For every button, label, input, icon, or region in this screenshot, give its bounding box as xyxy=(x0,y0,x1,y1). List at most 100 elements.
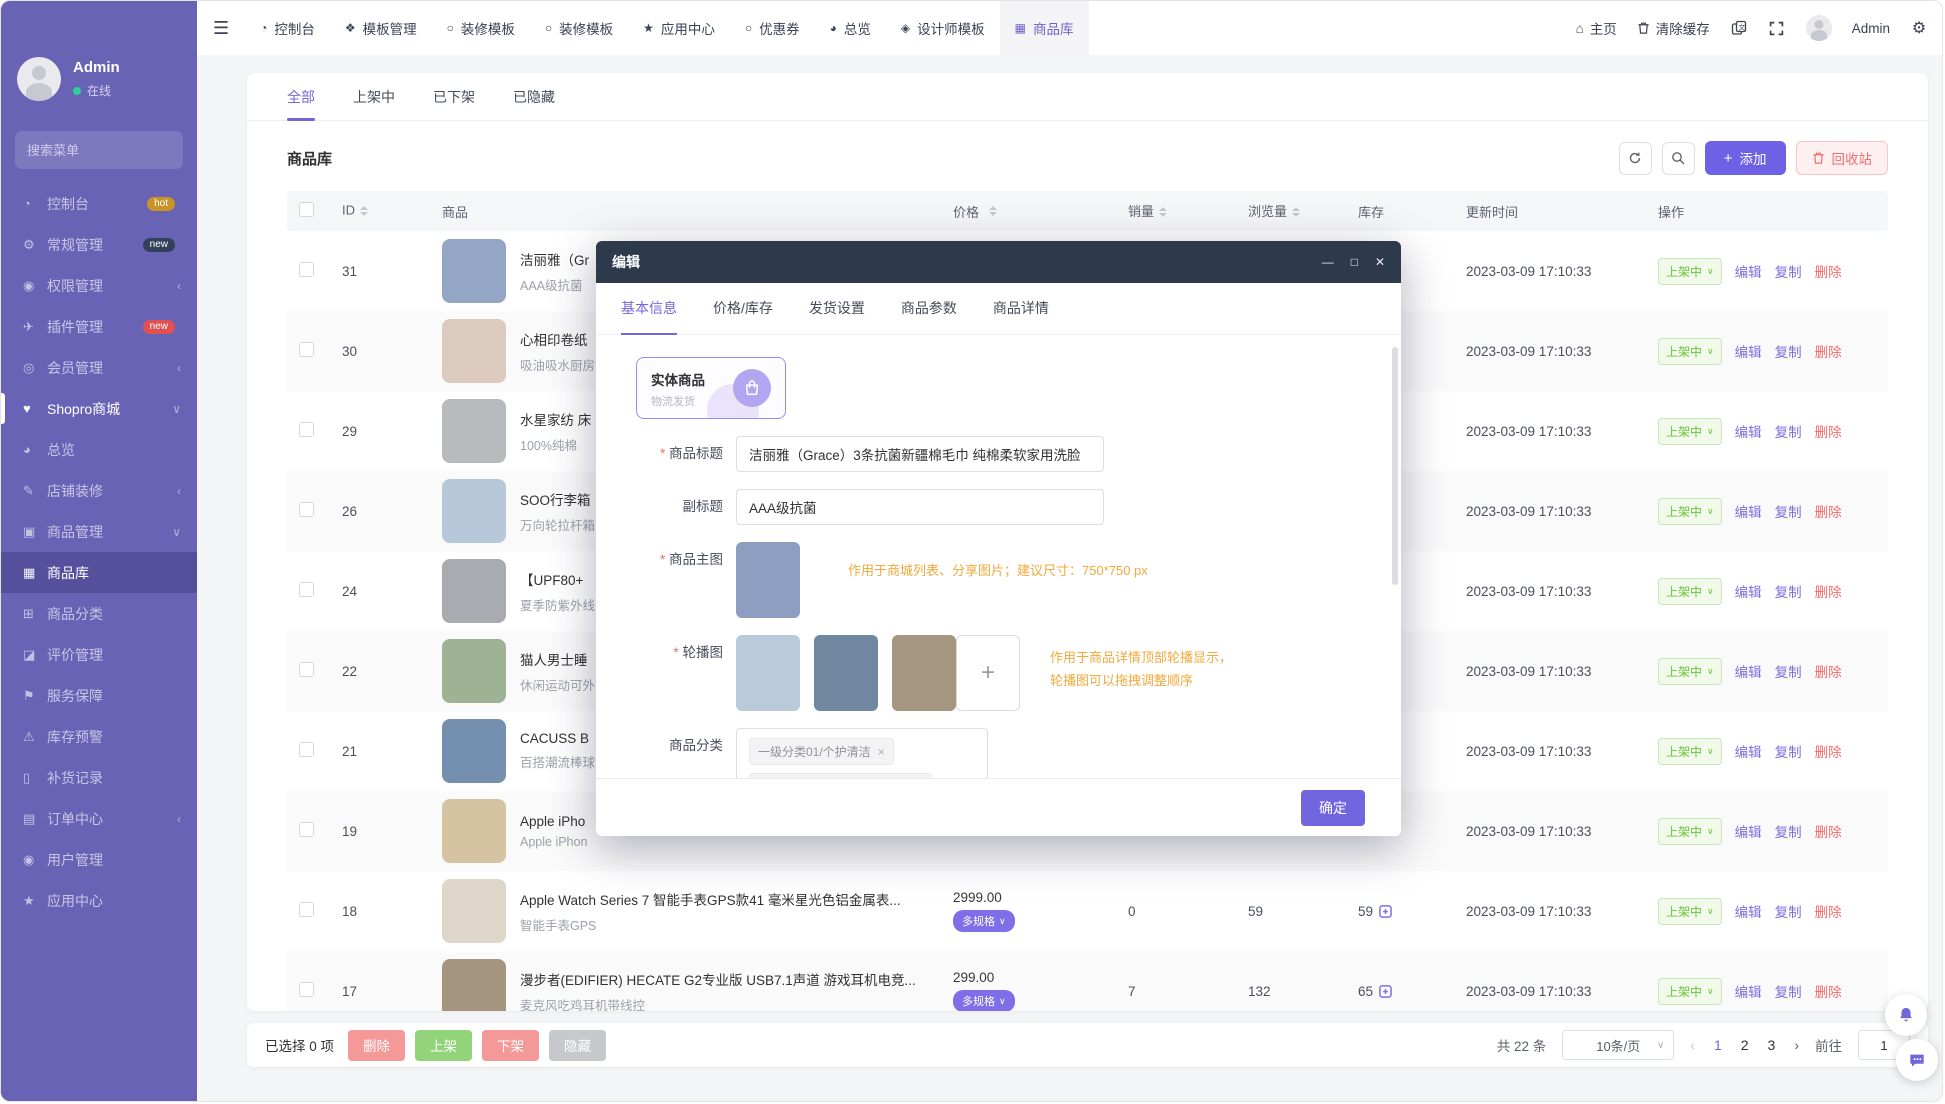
status-dropdown[interactable]: 上架中∨ xyxy=(1658,338,1722,365)
status-dropdown[interactable]: 上架中∨ xyxy=(1658,658,1722,685)
sidebar-item[interactable]: ▤ 订单中心 ‹ xyxy=(1,798,197,839)
page-number[interactable]: 1 xyxy=(1714,1037,1722,1053)
edit-link[interactable]: 编辑 xyxy=(1735,581,1762,601)
bulk-action-button[interactable]: 删除 xyxy=(348,1030,405,1061)
main-image-thumbnail[interactable] xyxy=(736,542,800,618)
page-number[interactable]: 3 xyxy=(1768,1037,1776,1053)
dialog-tab[interactable]: 价格/库存 xyxy=(713,283,773,335)
sort-icon[interactable] xyxy=(989,202,997,220)
nav-tab[interactable]: ○ 装修模板 xyxy=(530,1,628,55)
status-dropdown[interactable]: 上架中∨ xyxy=(1658,578,1722,605)
filter-tab[interactable]: 已下架 xyxy=(433,73,475,120)
edit-link[interactable]: 编辑 xyxy=(1735,341,1762,361)
user-avatar[interactable] xyxy=(17,57,61,101)
hamburger-menu-icon[interactable]: ☰ xyxy=(197,18,245,39)
navbar-avatar[interactable] xyxy=(1806,15,1832,41)
copy-link[interactable]: 复制 xyxy=(1775,661,1802,681)
copy-link[interactable]: 复制 xyxy=(1775,741,1802,761)
edit-link[interactable]: 编辑 xyxy=(1735,981,1762,1001)
page-number[interactable]: 2 xyxy=(1741,1037,1749,1053)
sidebar-item[interactable]: ⚑ 服务保障 xyxy=(1,675,197,716)
nav-tab[interactable]: ★ 应用中心 xyxy=(628,1,730,55)
copy-link[interactable]: 复制 xyxy=(1775,581,1802,601)
maximize-button[interactable]: □ xyxy=(1351,255,1358,269)
carousel-thumbnail[interactable] xyxy=(736,635,800,711)
edit-link[interactable]: 编辑 xyxy=(1735,661,1762,681)
filter-tab[interactable]: 上架中 xyxy=(353,73,395,120)
sort-icon[interactable] xyxy=(360,202,368,220)
delete-link[interactable]: 删除 xyxy=(1815,821,1842,841)
dialog-tab[interactable]: 基本信息 xyxy=(621,283,677,335)
sidebar-item[interactable]: ⊞ 商品分类 xyxy=(1,593,197,634)
sidebar-item[interactable]: ◎ 会员管理 ‹ xyxy=(1,347,197,388)
status-dropdown[interactable]: 上架中∨ xyxy=(1658,258,1722,285)
gear-icon[interactable]: ⚙ xyxy=(1910,19,1928,37)
delete-link[interactable]: 删除 xyxy=(1815,341,1842,361)
status-dropdown[interactable]: 上架中∨ xyxy=(1658,818,1722,845)
nav-tab[interactable]: ▦ 商品库 xyxy=(1000,1,1089,55)
copy-link[interactable]: 复制 xyxy=(1775,421,1802,441)
filter-tab[interactable]: 已隐藏 xyxy=(513,73,555,120)
delete-link[interactable]: 删除 xyxy=(1815,501,1842,521)
fullscreen-icon[interactable] xyxy=(1768,19,1786,37)
row-checkbox[interactable] xyxy=(299,982,314,997)
dialog-tab[interactable]: 商品详情 xyxy=(993,283,1049,335)
row-checkbox[interactable] xyxy=(299,502,314,517)
row-checkbox[interactable] xyxy=(299,822,314,837)
add-button[interactable]: +添加 xyxy=(1705,141,1786,175)
multi-spec-badge[interactable]: 多规格∨ xyxy=(953,910,1015,932)
sidebar-item[interactable]: ◕ 总览 xyxy=(1,429,197,470)
nav-tab[interactable]: ○ 优惠券 xyxy=(730,1,815,55)
home-button[interactable]: ⌂主页 xyxy=(1576,18,1617,38)
sort-icon[interactable] xyxy=(1292,203,1300,221)
sidebar-item[interactable]: ⚙ 常规管理 new xyxy=(1,224,197,265)
refresh-button[interactable] xyxy=(1619,142,1652,175)
delete-link[interactable]: 删除 xyxy=(1815,741,1842,761)
close-icon[interactable]: ✕ xyxy=(1375,255,1385,269)
copy-link[interactable]: 复制 xyxy=(1775,981,1802,1001)
row-checkbox[interactable] xyxy=(299,342,314,357)
row-checkbox[interactable] xyxy=(299,582,314,597)
goods-type-card[interactable]: 实体商品 物流发货 xyxy=(636,357,786,419)
edit-link[interactable]: 编辑 xyxy=(1735,261,1762,281)
copy-link[interactable]: 复制 xyxy=(1775,261,1802,281)
bulk-action-button[interactable]: 上架 xyxy=(415,1030,472,1061)
edit-link[interactable]: 编辑 xyxy=(1735,501,1762,521)
dialog-header[interactable]: 编辑 — □ ✕ xyxy=(596,241,1401,283)
sidebar-item[interactable]: ✎ 店铺装修 ‹ xyxy=(1,470,197,511)
add-image-button[interactable]: + xyxy=(956,635,1020,711)
status-dropdown[interactable]: 上架中∨ xyxy=(1658,418,1722,445)
edit-link[interactable]: 编辑 xyxy=(1735,741,1762,761)
edit-link[interactable]: 编辑 xyxy=(1735,901,1762,921)
dialog-scrollbar[interactable] xyxy=(1392,347,1398,585)
delete-link[interactable]: 删除 xyxy=(1815,901,1842,921)
row-checkbox[interactable] xyxy=(299,742,314,757)
status-dropdown[interactable]: 上架中∨ xyxy=(1658,898,1722,925)
row-checkbox[interactable] xyxy=(299,262,314,277)
search-button[interactable] xyxy=(1662,142,1695,175)
delete-link[interactable]: 删除 xyxy=(1815,581,1842,601)
bulk-action-button[interactable]: 下架 xyxy=(482,1030,539,1061)
recycle-bin-button[interactable]: 回收站 xyxy=(1796,141,1889,175)
dialog-tab[interactable]: 发货设置 xyxy=(809,283,865,335)
minimize-button[interactable]: — xyxy=(1322,255,1334,269)
copy-link[interactable]: 复制 xyxy=(1775,901,1802,921)
carousel-thumbnail[interactable] xyxy=(892,635,956,711)
nav-tab[interactable]: ◈ 设计师模板 xyxy=(886,1,1000,55)
goods-title-input[interactable] xyxy=(736,436,1104,472)
menu-search-input[interactable] xyxy=(27,143,203,158)
sidebar-item[interactable]: ★ 应用中心 xyxy=(1,880,197,921)
remove-tag-icon[interactable]: × xyxy=(878,745,885,759)
navbar-user-name[interactable]: Admin xyxy=(1852,21,1890,36)
stock-edit-icon[interactable] xyxy=(1379,905,1392,918)
multi-spec-badge[interactable]: 多规格∨ xyxy=(953,990,1015,1011)
status-dropdown[interactable]: 上架中∨ xyxy=(1658,978,1722,1005)
sidebar-item[interactable]: ▦ 商品库 xyxy=(1,552,197,593)
copy-link[interactable]: 复制 xyxy=(1775,341,1802,361)
sidebar-item[interactable]: ◉ 用户管理 xyxy=(1,839,197,880)
goods-subtitle-input[interactable] xyxy=(736,489,1104,525)
nav-tab[interactable]: ○ 装修模板 xyxy=(432,1,530,55)
next-page-icon[interactable]: › xyxy=(1794,1037,1799,1053)
sidebar-item[interactable]: ◔ 控制台 hot xyxy=(1,183,197,224)
copy-link[interactable]: 复制 xyxy=(1775,821,1802,841)
